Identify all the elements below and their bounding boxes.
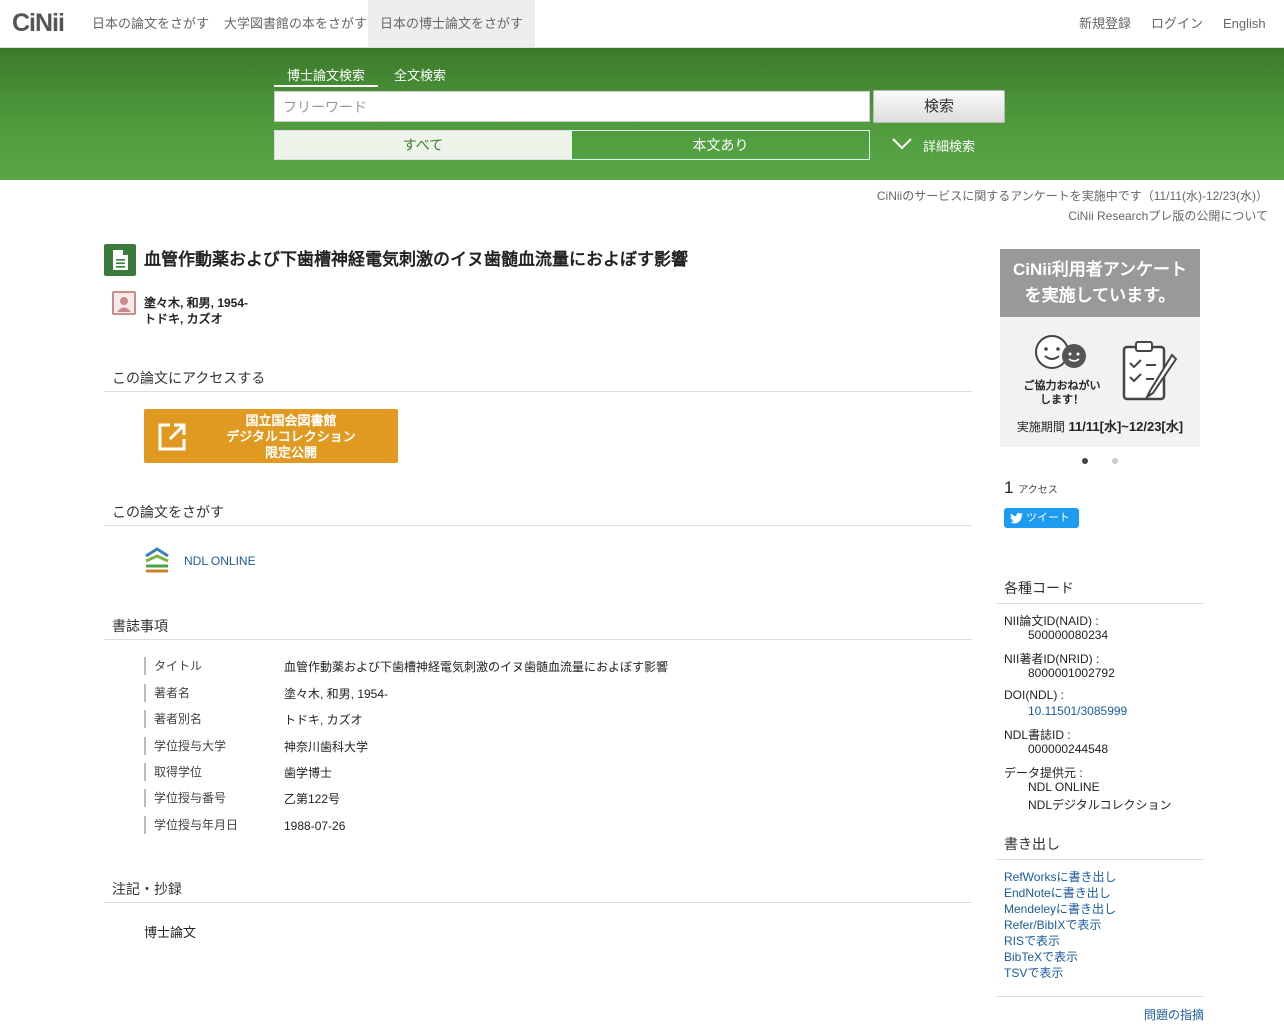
access-count-value: 1 (1004, 478, 1014, 497)
survey-banner[interactable]: CiNii利用者アンケート を実施しています。 ご協力おねがい します！ 実施期… (1000, 249, 1200, 447)
bib-heading: 書誌事項 (104, 616, 972, 640)
nav-tab-articles[interactable]: 日本の論文をさがす (80, 0, 221, 47)
code-value-nrid: 8000001002792 (1028, 666, 1115, 680)
export-ris-link[interactable]: RISで表示 (1004, 932, 1060, 949)
banner-period: 実施期間 11/11[水]~12/23[水] (1000, 416, 1200, 435)
divider (996, 996, 1204, 997)
bib-value: 塗々木, 和男, 1954- (284, 687, 389, 701)
bib-key: 学位授与年月日 (144, 816, 238, 834)
export-heading: 書き出し (996, 834, 1204, 860)
ndl-button-line2: デジタルコレクション (226, 429, 356, 444)
research-notice-link[interactable]: CiNii Researchプレ版の公開について (1068, 207, 1268, 224)
bib-value: 1988-07-26 (284, 819, 346, 833)
filter-fulltext[interactable]: 本文あり (571, 130, 870, 160)
bib-key: 取得学位 (144, 763, 202, 781)
banner-title: CiNii利用者アンケート を実施しています。 (1000, 249, 1200, 317)
top-nav: CiNii 日本の論文をさがす 大学図書館の本をさがす 日本の博士論文をさがす … (0, 0, 1284, 48)
code-key-doi: DOI(NDL) : (1004, 688, 1064, 702)
banner-period-dates: 11/11[水]~12/23[水] (1068, 419, 1184, 434)
search-input[interactable] (274, 91, 870, 122)
clipboard-checklist-icon (1122, 341, 1178, 401)
export-refer-link[interactable]: Refer/BibIXで表示 (1004, 916, 1101, 933)
ndl-online-logo-icon (144, 546, 170, 577)
ndl-button-line3: 限定公開 (264, 445, 317, 460)
bib-row: 著者名 塗々木, 和男, 1954- (144, 684, 864, 704)
code-key-naid: NII論文ID(NAID) : (1004, 614, 1099, 628)
tweet-button[interactable]: ツイート (1004, 508, 1079, 528)
bib-key: 学位授与番号 (144, 789, 226, 807)
bib-value: 血管作動薬および下歯槽神経電気刺激のイヌ歯髄血流量におよぼす影響 (284, 660, 669, 674)
banner-title-line1: CiNii利用者アンケート (1012, 260, 1188, 279)
code-key-provider: データ提供元 : (1004, 766, 1083, 780)
carousel-dot-active[interactable] (1082, 458, 1088, 464)
bib-value: トドキ, カズオ (284, 713, 363, 727)
bib-key: 著者名 (144, 684, 190, 702)
document-icon (104, 244, 136, 276)
english-link[interactable]: English (1223, 0, 1266, 47)
bib-row: 学位授与大学 神奈川歯科大学 (144, 737, 864, 757)
export-tsv-link[interactable]: TSVで表示 (1004, 964, 1063, 981)
ndl-online-link[interactable]: NDL ONLINE (184, 554, 256, 568)
search-band: 博士論文検索 全文検索 検索 すべて 本文あり 詳細検索 (0, 48, 1284, 180)
advanced-search-label: 詳細検索 (923, 139, 976, 154)
external-link-icon (158, 423, 186, 451)
author-reading: トドキ, カズオ (144, 312, 223, 326)
bib-key: 著者別名 (144, 710, 202, 728)
export-mendeley-link[interactable]: Mendeleyに書き出し (1004, 900, 1116, 917)
report-problem-link[interactable]: 問題の指摘 (1144, 1006, 1204, 1023)
speech-bubbles-icon (1035, 335, 1086, 369)
carousel-dot[interactable] (1112, 458, 1118, 464)
bib-row: タイトル 血管作動薬および下歯槽神経電気刺激のイヌ歯髄血流量におよぼす影響 (144, 657, 864, 677)
bib-row: 著者別名 トドキ, カズオ (144, 710, 864, 730)
code-key-nrid: NII著者ID(NRID) : (1004, 652, 1100, 666)
filter-all[interactable]: すべて (274, 130, 572, 160)
bib-row: 学位授与年月日 1988-07-26 (144, 816, 864, 836)
banner-help-line2: します！ (1040, 394, 1084, 406)
export-refworks-link[interactable]: RefWorksに書き出し (1004, 868, 1116, 885)
find-heading: この論文をさがす (104, 502, 972, 526)
tweet-label: ツイート (1026, 512, 1070, 524)
export-bibtex-link[interactable]: BibTeXで表示 (1004, 948, 1078, 965)
codes-heading: 各種コード (996, 578, 1204, 604)
chevron-down-icon (892, 138, 912, 150)
cinii-logo[interactable]: CiNii (12, 9, 65, 38)
code-value-ndl: 000000244548 (1028, 742, 1109, 756)
code-value-provider-2: NDLデジタルコレクション (1028, 798, 1172, 812)
nav-tab-books[interactable]: 大学図書館の本をさがす (212, 0, 379, 47)
doi-link[interactable]: 10.11501/3085999 (1028, 704, 1127, 718)
banner-help-text: ご協力おねがい します！ (1012, 379, 1112, 407)
author-icon (112, 291, 136, 315)
notes-heading: 注記・抄録 (104, 879, 972, 903)
access-heading: この論文にアクセスする (104, 368, 972, 392)
code-key-ndl: NDL書誌ID : (1004, 728, 1071, 742)
search-button[interactable]: 検索 (873, 90, 1005, 123)
register-link[interactable]: 新規登録 (1079, 0, 1131, 47)
banner-period-label: 実施期間 (1016, 420, 1065, 434)
nav-tab-dissertations[interactable]: 日本の博士論文をさがす (368, 0, 536, 47)
code-value-naid: 500000080234 (1028, 628, 1109, 642)
bib-value: 乙第122号 (284, 792, 341, 806)
bib-row: 学位授与番号 乙第122号 (144, 789, 864, 809)
tab-fulltext-search[interactable]: 全文検索 (390, 65, 450, 87)
twitter-bird-icon (1010, 513, 1023, 524)
code-value-provider-1: NDL ONLINE (1028, 780, 1100, 794)
tab-dissertation-search[interactable]: 博士論文検索 (274, 65, 378, 87)
bib-value: 神奈川歯科大学 (284, 740, 369, 754)
bib-value: 歯学博士 (284, 766, 333, 780)
login-link[interactable]: ログイン (1151, 0, 1203, 47)
banner-help-line1: ご協力おねがい (1023, 380, 1101, 392)
access-count-label: アクセス (1018, 485, 1058, 496)
survey-notice-link[interactable]: CiNiiのサービスに関するアンケートを実施中です（11/11(水)-12/23… (877, 187, 1268, 204)
notes-body: 博士論文 (144, 925, 197, 940)
access-count: 1 アクセス (1004, 478, 1058, 498)
paper-title: 血管作動薬および下歯槽神経電気刺激のイヌ歯髄血流量におよぼす影響 (144, 250, 688, 269)
export-endnote-link[interactable]: EndNoteに書き出し (1004, 884, 1111, 901)
ndl-button-line1: 国立国会図書館 (245, 413, 337, 428)
bib-key: 学位授与大学 (144, 737, 226, 755)
bib-key: タイトル (144, 657, 202, 675)
author-name[interactable]: 塗々木, 和男, 1954- (144, 294, 248, 311)
banner-title-line2: を実施しています。 (1024, 286, 1176, 305)
bib-row: 取得学位 歯学博士 (144, 763, 864, 783)
ndl-digital-collection-button[interactable]: 国立国会図書館 デジタルコレクション 限定公開 (144, 409, 398, 463)
